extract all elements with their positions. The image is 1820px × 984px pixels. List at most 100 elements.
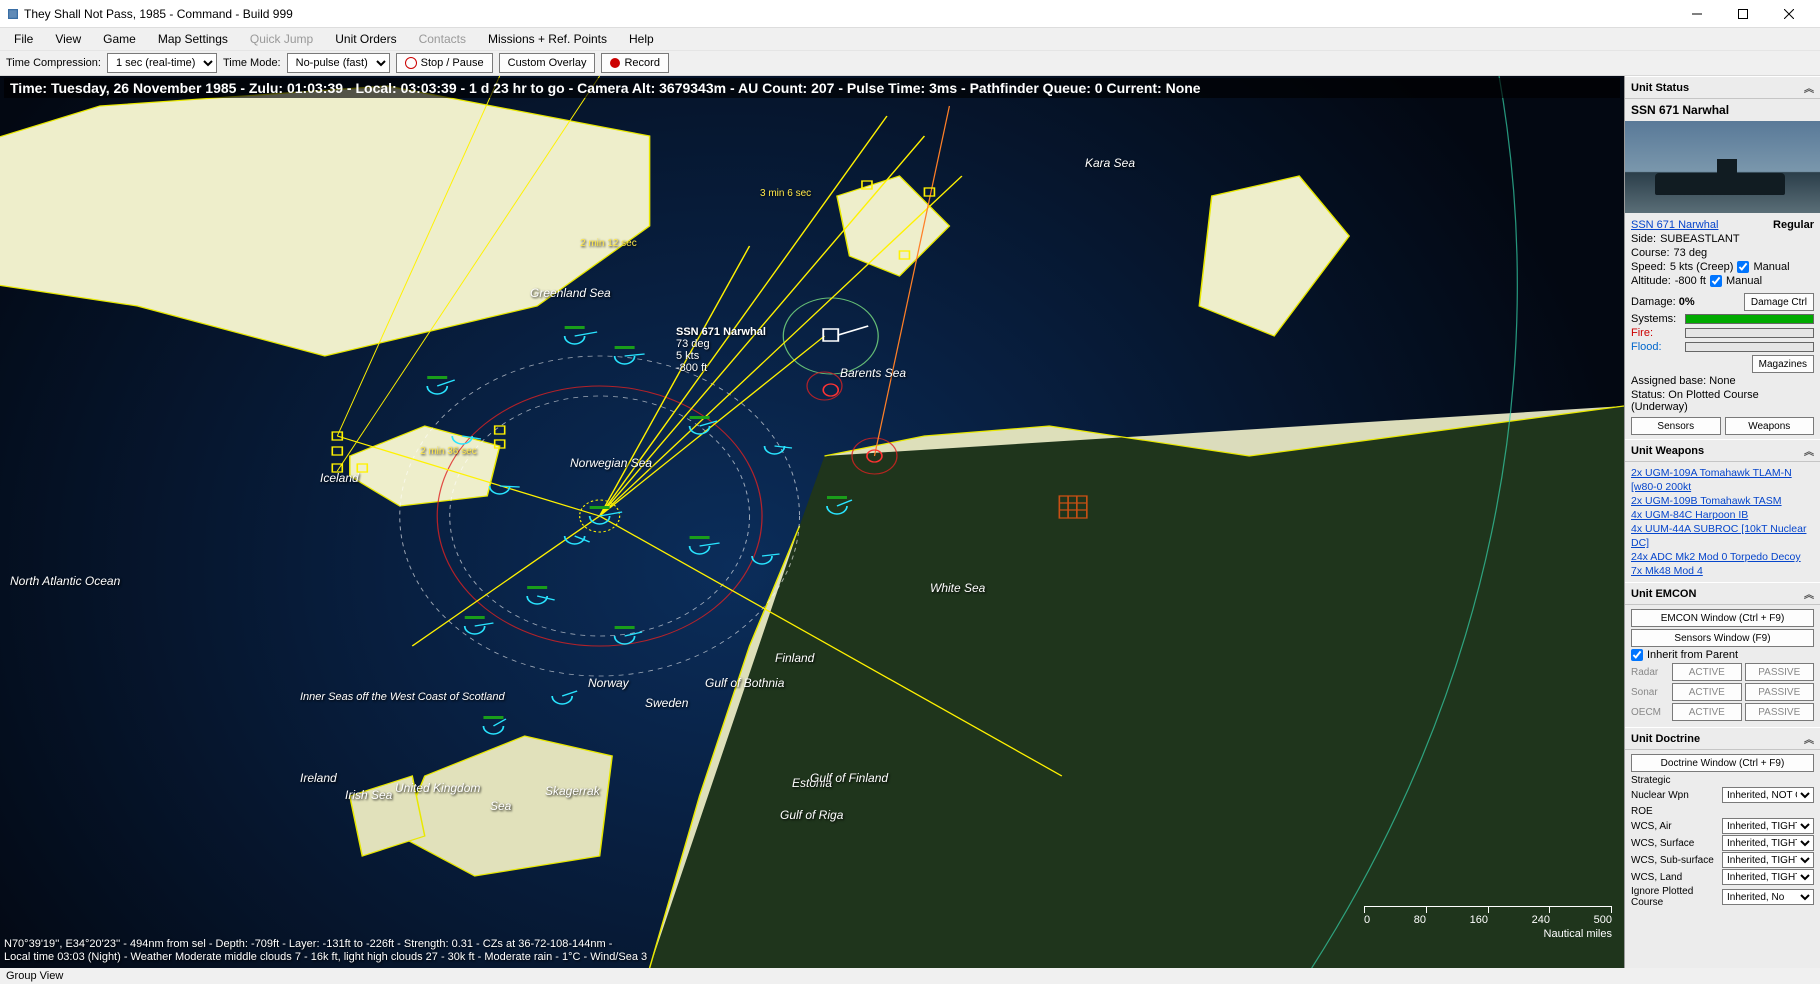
unit-emcon-header[interactable]: Unit EMCON ︽ [1625, 582, 1820, 605]
time-mode-select[interactable]: No-pulse (fast) [287, 53, 390, 73]
magazines-button[interactable]: Magazines [1752, 355, 1814, 373]
inherit-checkbox[interactable] [1631, 649, 1643, 661]
unit-image [1625, 121, 1820, 213]
doctrine-wcs-sub[interactable]: Inherited, TIGHT - [1722, 852, 1814, 868]
doctrine-nuclear[interactable]: Inherited, NOT GR [1722, 787, 1814, 803]
record-button[interactable]: Record [601, 53, 668, 73]
damage-ctrl-button[interactable]: Damage Ctrl [1744, 293, 1814, 311]
time-status-strip: Time: Tuesday, 26 November 1985 - Zulu: … [4, 78, 1620, 98]
eta-a: 2 min 36 sec [420, 446, 477, 457]
stop-icon [405, 57, 417, 69]
unit-doctrine-header[interactable]: Unit Doctrine ︽ [1625, 727, 1820, 750]
menu-help[interactable]: Help [619, 30, 664, 48]
time-mode-label: Time Mode: [223, 57, 281, 69]
doctrine-wcs-air[interactable]: Inherited, TIGHT - [1722, 818, 1814, 834]
chevron-up-icon: ︽ [1804, 443, 1814, 458]
menu-unit-orders[interactable]: Unit Orders [325, 30, 406, 48]
label-skagerrak: Skagerrak [545, 784, 600, 798]
label-sea: Sea [490, 799, 511, 813]
weapon-link[interactable]: 4x UUM-44A SUBROC [10kT Nuclear DC] [1631, 522, 1814, 550]
unit-db-link[interactable]: SSN 671 Narwhal [1631, 219, 1718, 231]
unit-name: SSN 671 Narwhal [1625, 99, 1820, 121]
window-titlebar: They Shall Not Pass, 1985 - Command - Bu… [0, 0, 1820, 28]
label-inner-seas: Inner Seas off the West Coast of Scotlan… [300, 691, 505, 703]
menu-map-settings[interactable]: Map Settings [148, 30, 238, 48]
doctrine-wcs-land[interactable]: Inherited, TIGHT - [1722, 869, 1814, 885]
label-north-atlantic: North Atlantic Ocean [10, 574, 120, 588]
doctrine-window-button[interactable]: Doctrine Window (Ctrl + F9) [1631, 754, 1814, 772]
window-title: They Shall Not Pass, 1985 - Command - Bu… [24, 7, 293, 21]
chevron-up-icon: ︽ [1804, 586, 1814, 601]
systems-bar [1685, 314, 1814, 324]
menu-missions[interactable]: Missions + Ref. Points [478, 30, 617, 48]
label-irish-sea: Irish Sea [345, 788, 392, 802]
unit-proficiency: Regular [1773, 219, 1814, 231]
weapon-link[interactable]: 7x Mk48 Mod 4 [1631, 564, 1814, 578]
fire-bar [1685, 328, 1814, 338]
sonar-passive: PASSIVE [1745, 683, 1815, 701]
maximize-button[interactable] [1720, 0, 1766, 28]
emcon-window-button[interactable]: EMCON Window (Ctrl + F9) [1631, 609, 1814, 627]
side-panel: Unit Status ︽ SSN 671 Narwhal SSN 671 Na… [1624, 76, 1820, 968]
label-ireland: Ireland [300, 771, 337, 785]
close-button[interactable] [1766, 0, 1812, 28]
label-barents-sea: Barents Sea [840, 366, 906, 380]
main-area: Time: Tuesday, 26 November 1985 - Zulu: … [0, 76, 1820, 968]
time-compression-label: Time Compression: [6, 57, 101, 69]
speed-manual-checkbox[interactable] [1737, 261, 1749, 273]
time-compression-select[interactable]: 1 sec (real-time) [107, 53, 217, 73]
map-scale-bar: 0 80 160 240 500 Nautical miles [1364, 906, 1612, 940]
menubar: File View Game Map Settings Quick Jump U… [0, 28, 1820, 50]
oecm-passive: PASSIVE [1745, 703, 1815, 721]
menu-view[interactable]: View [45, 30, 91, 48]
label-finland: Finland [775, 651, 814, 665]
alt-manual-checkbox[interactable] [1710, 275, 1722, 287]
doctrine-ignore-plotted[interactable]: Inherited, No [1722, 889, 1814, 905]
app-icon [8, 9, 18, 19]
toolbar: Time Compression: 1 sec (real-time) Time… [0, 50, 1820, 76]
weapons-button[interactable]: Weapons [1725, 417, 1815, 435]
menu-contacts: Contacts [409, 30, 476, 48]
label-kara-sea: Kara Sea [1085, 156, 1135, 170]
map-view[interactable]: Time: Tuesday, 26 November 1985 - Zulu: … [0, 76, 1624, 968]
weapon-link[interactable]: 4x UGM-84C Harpoon IB [1631, 508, 1814, 522]
label-gulf-riga: Gulf of Riga [780, 808, 843, 822]
record-icon [610, 58, 620, 68]
radar-passive: PASSIVE [1745, 663, 1815, 681]
weapon-link[interactable]: 24x ADC Mk2 Mod 0 Torpedo Decoy [1631, 550, 1814, 564]
map-svg [0, 76, 1624, 968]
flood-bar [1685, 342, 1814, 352]
weapon-link[interactable]: 2x UGM-109A Tomahawk TLAM-N [w80-0 200kt [1631, 466, 1814, 494]
unit-weapons-header[interactable]: Unit Weapons ︽ [1625, 439, 1820, 462]
label-gulf-finland: Gulf of Finland [810, 771, 888, 785]
eta-c: 3 min 6 sec [760, 188, 811, 199]
menu-game[interactable]: Game [93, 30, 146, 48]
label-iceland: Iceland [320, 471, 359, 485]
sensors-button[interactable]: Sensors [1631, 417, 1721, 435]
menu-file[interactable]: File [4, 30, 43, 48]
radar-active: ACTIVE [1672, 663, 1742, 681]
label-sweden: Sweden [645, 696, 688, 710]
menu-quick-jump: Quick Jump [240, 30, 323, 48]
map-cursor-coords: N70°39'19'', E34°20'23'' - 494nm from se… [4, 938, 647, 964]
label-gulf-bothnia: Gulf of Bothnia [705, 676, 784, 690]
chevron-up-icon: ︽ [1804, 80, 1814, 95]
label-norway: Norway [588, 676, 629, 690]
status-bar: Group View [0, 968, 1820, 984]
label-uk: United Kingdom [395, 781, 480, 795]
sensors-window-button[interactable]: Sensors Window (F9) [1631, 629, 1814, 647]
eta-b: 2 min 12 sec [580, 238, 637, 249]
doctrine-wcs-surface[interactable]: Inherited, TIGHT - [1722, 835, 1814, 851]
selected-unit-map-label: SSN 671 Narwhal 73 deg 5 kts -800 ft [676, 326, 766, 374]
chevron-up-icon: ︽ [1804, 731, 1814, 746]
unit-status-header[interactable]: Unit Status ︽ [1625, 76, 1820, 99]
custom-overlay-button[interactable]: Custom Overlay [499, 53, 596, 73]
label-greenland-sea: Greenland Sea [530, 286, 611, 300]
label-estonia: Estonia [792, 776, 832, 790]
sonar-active: ACTIVE [1672, 683, 1742, 701]
stop-pause-button[interactable]: Stop / Pause [396, 53, 493, 73]
oecm-active: ACTIVE [1672, 703, 1742, 721]
label-white-sea: White Sea [930, 581, 985, 595]
minimize-button[interactable] [1674, 0, 1720, 28]
weapon-link[interactable]: 2x UGM-109B Tomahawk TASM [1631, 494, 1814, 508]
